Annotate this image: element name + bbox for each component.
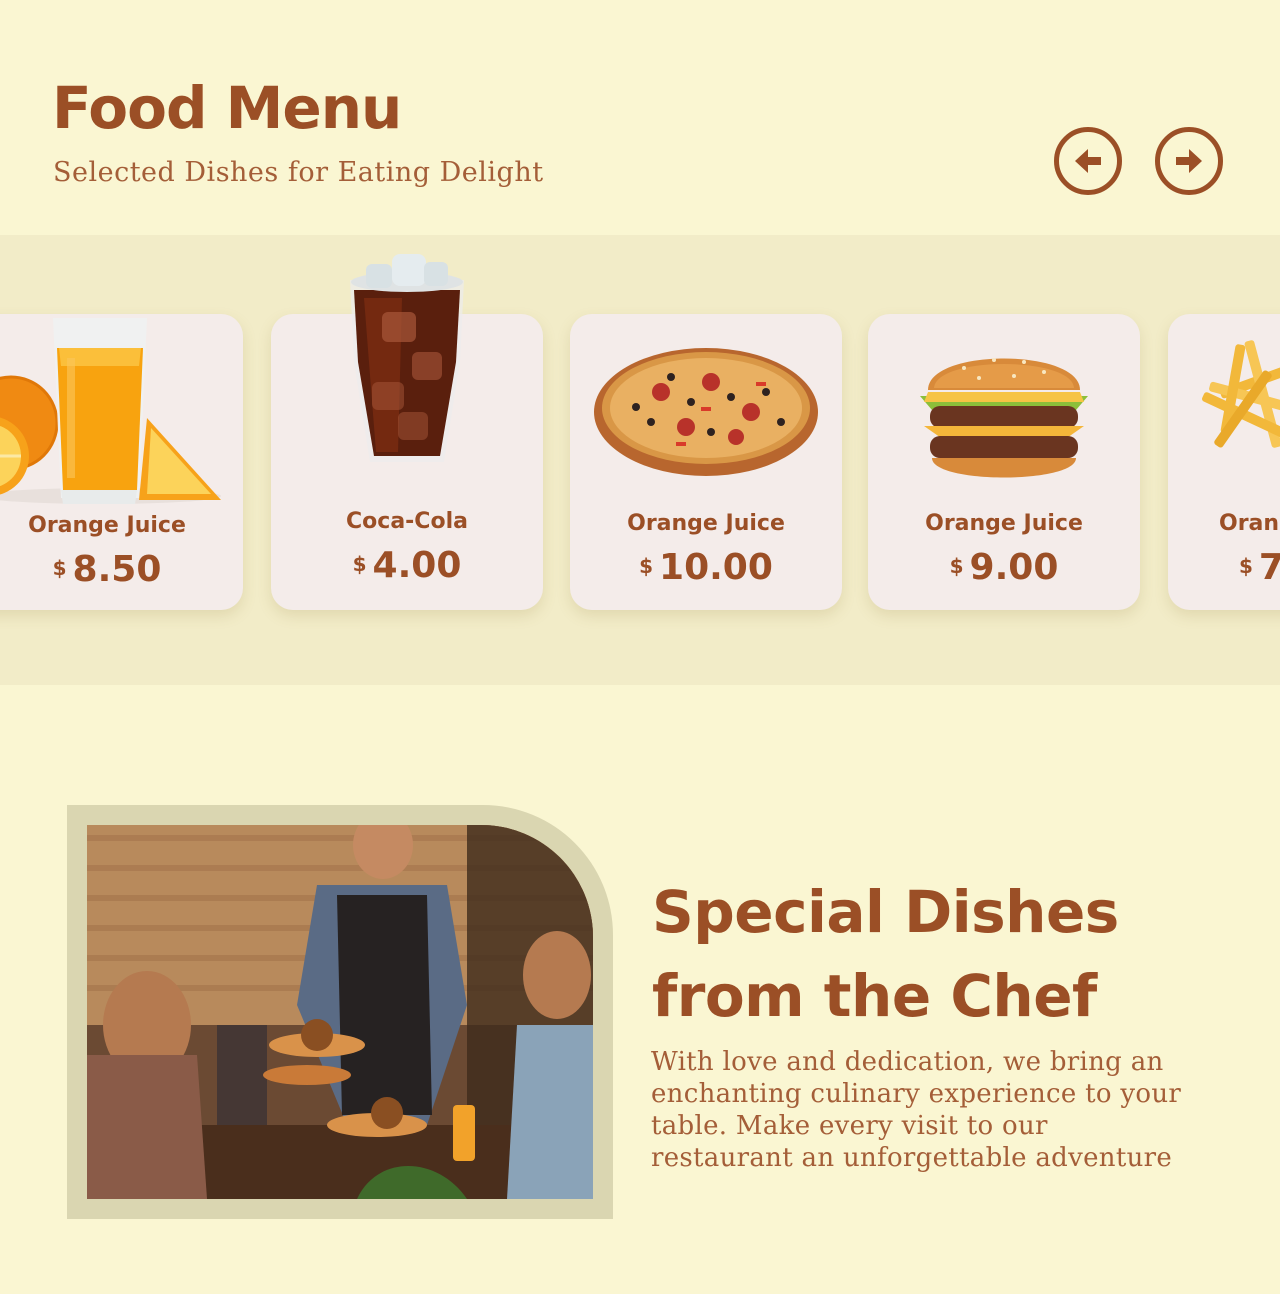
menu-item-name: Coca-Cola [346, 509, 468, 534]
menu-item-name: Orange Juice [627, 511, 785, 536]
special-photo-frame [67, 805, 613, 1219]
page-subtitle: Selected Dishes for Eating Delight [53, 157, 544, 188]
menu-card[interactable]: Orange Juice $10.00 [570, 314, 842, 610]
menu-card[interactable]: Coca-Cola $4.00 [271, 254, 543, 610]
special-dishes-description: With love and dedication, we bring an en… [651, 1047, 1182, 1173]
menu-item-name: Orange Juice [925, 511, 1083, 536]
carousel-prev-button[interactable] [1054, 127, 1122, 195]
special-title-line1: Special Dishes [652, 878, 1119, 946]
currency-symbol: $ [949, 554, 964, 578]
menu-card[interactable]: Orang $7 [1168, 314, 1280, 610]
page-title: Food Menu [52, 74, 402, 142]
menu-item-name: Orange Juice [28, 513, 186, 538]
menu-item-price: $4.00 [271, 545, 543, 586]
price-value: 7 [1258, 547, 1280, 588]
menu-item-price: $8.50 [0, 549, 243, 590]
menu-header: Food Menu Selected Dishes for Eating Del… [0, 0, 1280, 235]
carousel-next-button[interactable] [1155, 127, 1223, 195]
arrow-left-icon [1075, 149, 1101, 173]
price-value: 9.00 [969, 547, 1059, 588]
special-title-line2: from the Chef [652, 962, 1097, 1030]
menu-carousel: Orange Juice $8.50 Coca-Cola $4.00 Orang… [0, 235, 1280, 685]
price-value: 10.00 [659, 547, 773, 588]
menu-card[interactable]: Orange Juice $8.50 [0, 314, 243, 610]
menu-item-price: $9.00 [868, 547, 1140, 588]
menu-item-price: $7 [1168, 547, 1280, 588]
currency-symbol: $ [52, 556, 67, 580]
restaurant-waiter-photo [87, 825, 593, 1199]
menu-item-price: $10.00 [570, 547, 842, 588]
fries-image [1168, 334, 1280, 464]
coca-cola-image [271, 252, 543, 472]
currency-symbol: $ [639, 554, 654, 578]
menu-item-name: Orang [1219, 511, 1280, 536]
special-dishes-title: Special Dishes from the Chef [652, 870, 1212, 1038]
arrow-right-icon [1176, 149, 1202, 173]
price-value: 4.00 [372, 545, 462, 586]
menu-card[interactable]: Orange Juice $9.00 [868, 314, 1140, 610]
currency-symbol: $ [1239, 554, 1253, 578]
orange-juice-image [0, 278, 243, 508]
burger-image [868, 338, 1140, 484]
price-value: 8.50 [72, 549, 162, 590]
pizza-image [570, 342, 842, 478]
currency-symbol: $ [352, 552, 367, 576]
